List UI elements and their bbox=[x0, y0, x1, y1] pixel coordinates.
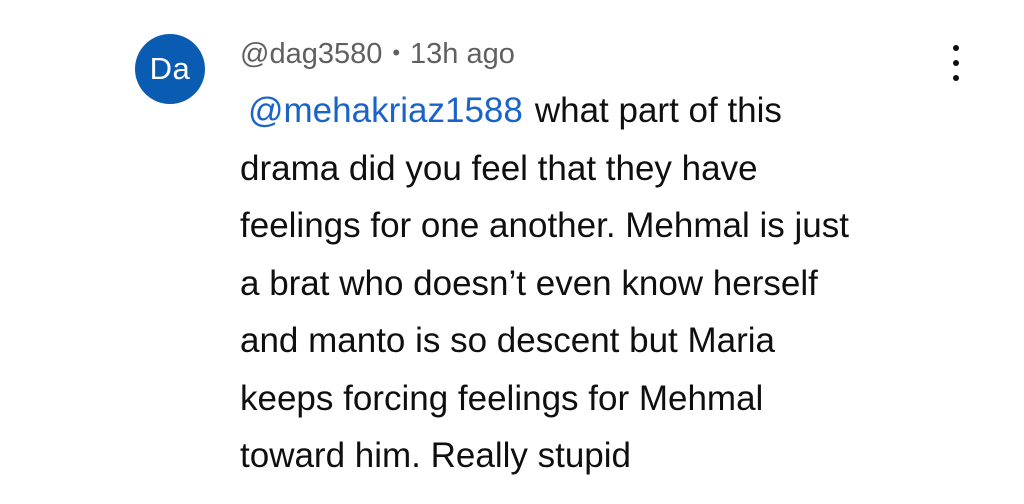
menu-dot bbox=[953, 60, 959, 66]
comment-line: keeps forcing feelings for Mehmal bbox=[240, 378, 764, 418]
more-vert-icon[interactable] bbox=[938, 40, 974, 86]
avatar[interactable]: Da bbox=[135, 34, 205, 104]
comment-line-text: what part of this bbox=[534, 91, 782, 130]
author-handle[interactable]: @dag3580 bbox=[240, 38, 382, 71]
separator-dot: • bbox=[392, 40, 401, 65]
menu-dot bbox=[953, 45, 959, 51]
comment-line: and manto is so descent but Maria bbox=[240, 321, 776, 360]
comment-line: drama did you feel that they have bbox=[240, 148, 758, 188]
comment-line: @mehakriaz1588 what part of this bbox=[240, 82, 970, 140]
comment-header: @dag3580 • 13h ago bbox=[240, 34, 515, 74]
avatar-initials: Da bbox=[149, 51, 191, 86]
mention-link[interactable]: @mehakriaz1588 bbox=[248, 91, 523, 130]
comment-thread: Da @dag3580 • 13h ago @mehakriaz1588 what… bbox=[0, 0, 1024, 504]
timestamp[interactable]: 13h ago bbox=[410, 38, 515, 71]
comment-line: toward him. Really stupid bbox=[240, 436, 631, 475]
comment-line: feelings for one another. Mehmal is just bbox=[240, 206, 849, 245]
comment-body: @mehakriaz1588 what part of this drama di… bbox=[240, 82, 970, 485]
comment-line: a brat who doesn’t even know herself bbox=[240, 263, 818, 303]
menu-dot bbox=[953, 75, 959, 81]
